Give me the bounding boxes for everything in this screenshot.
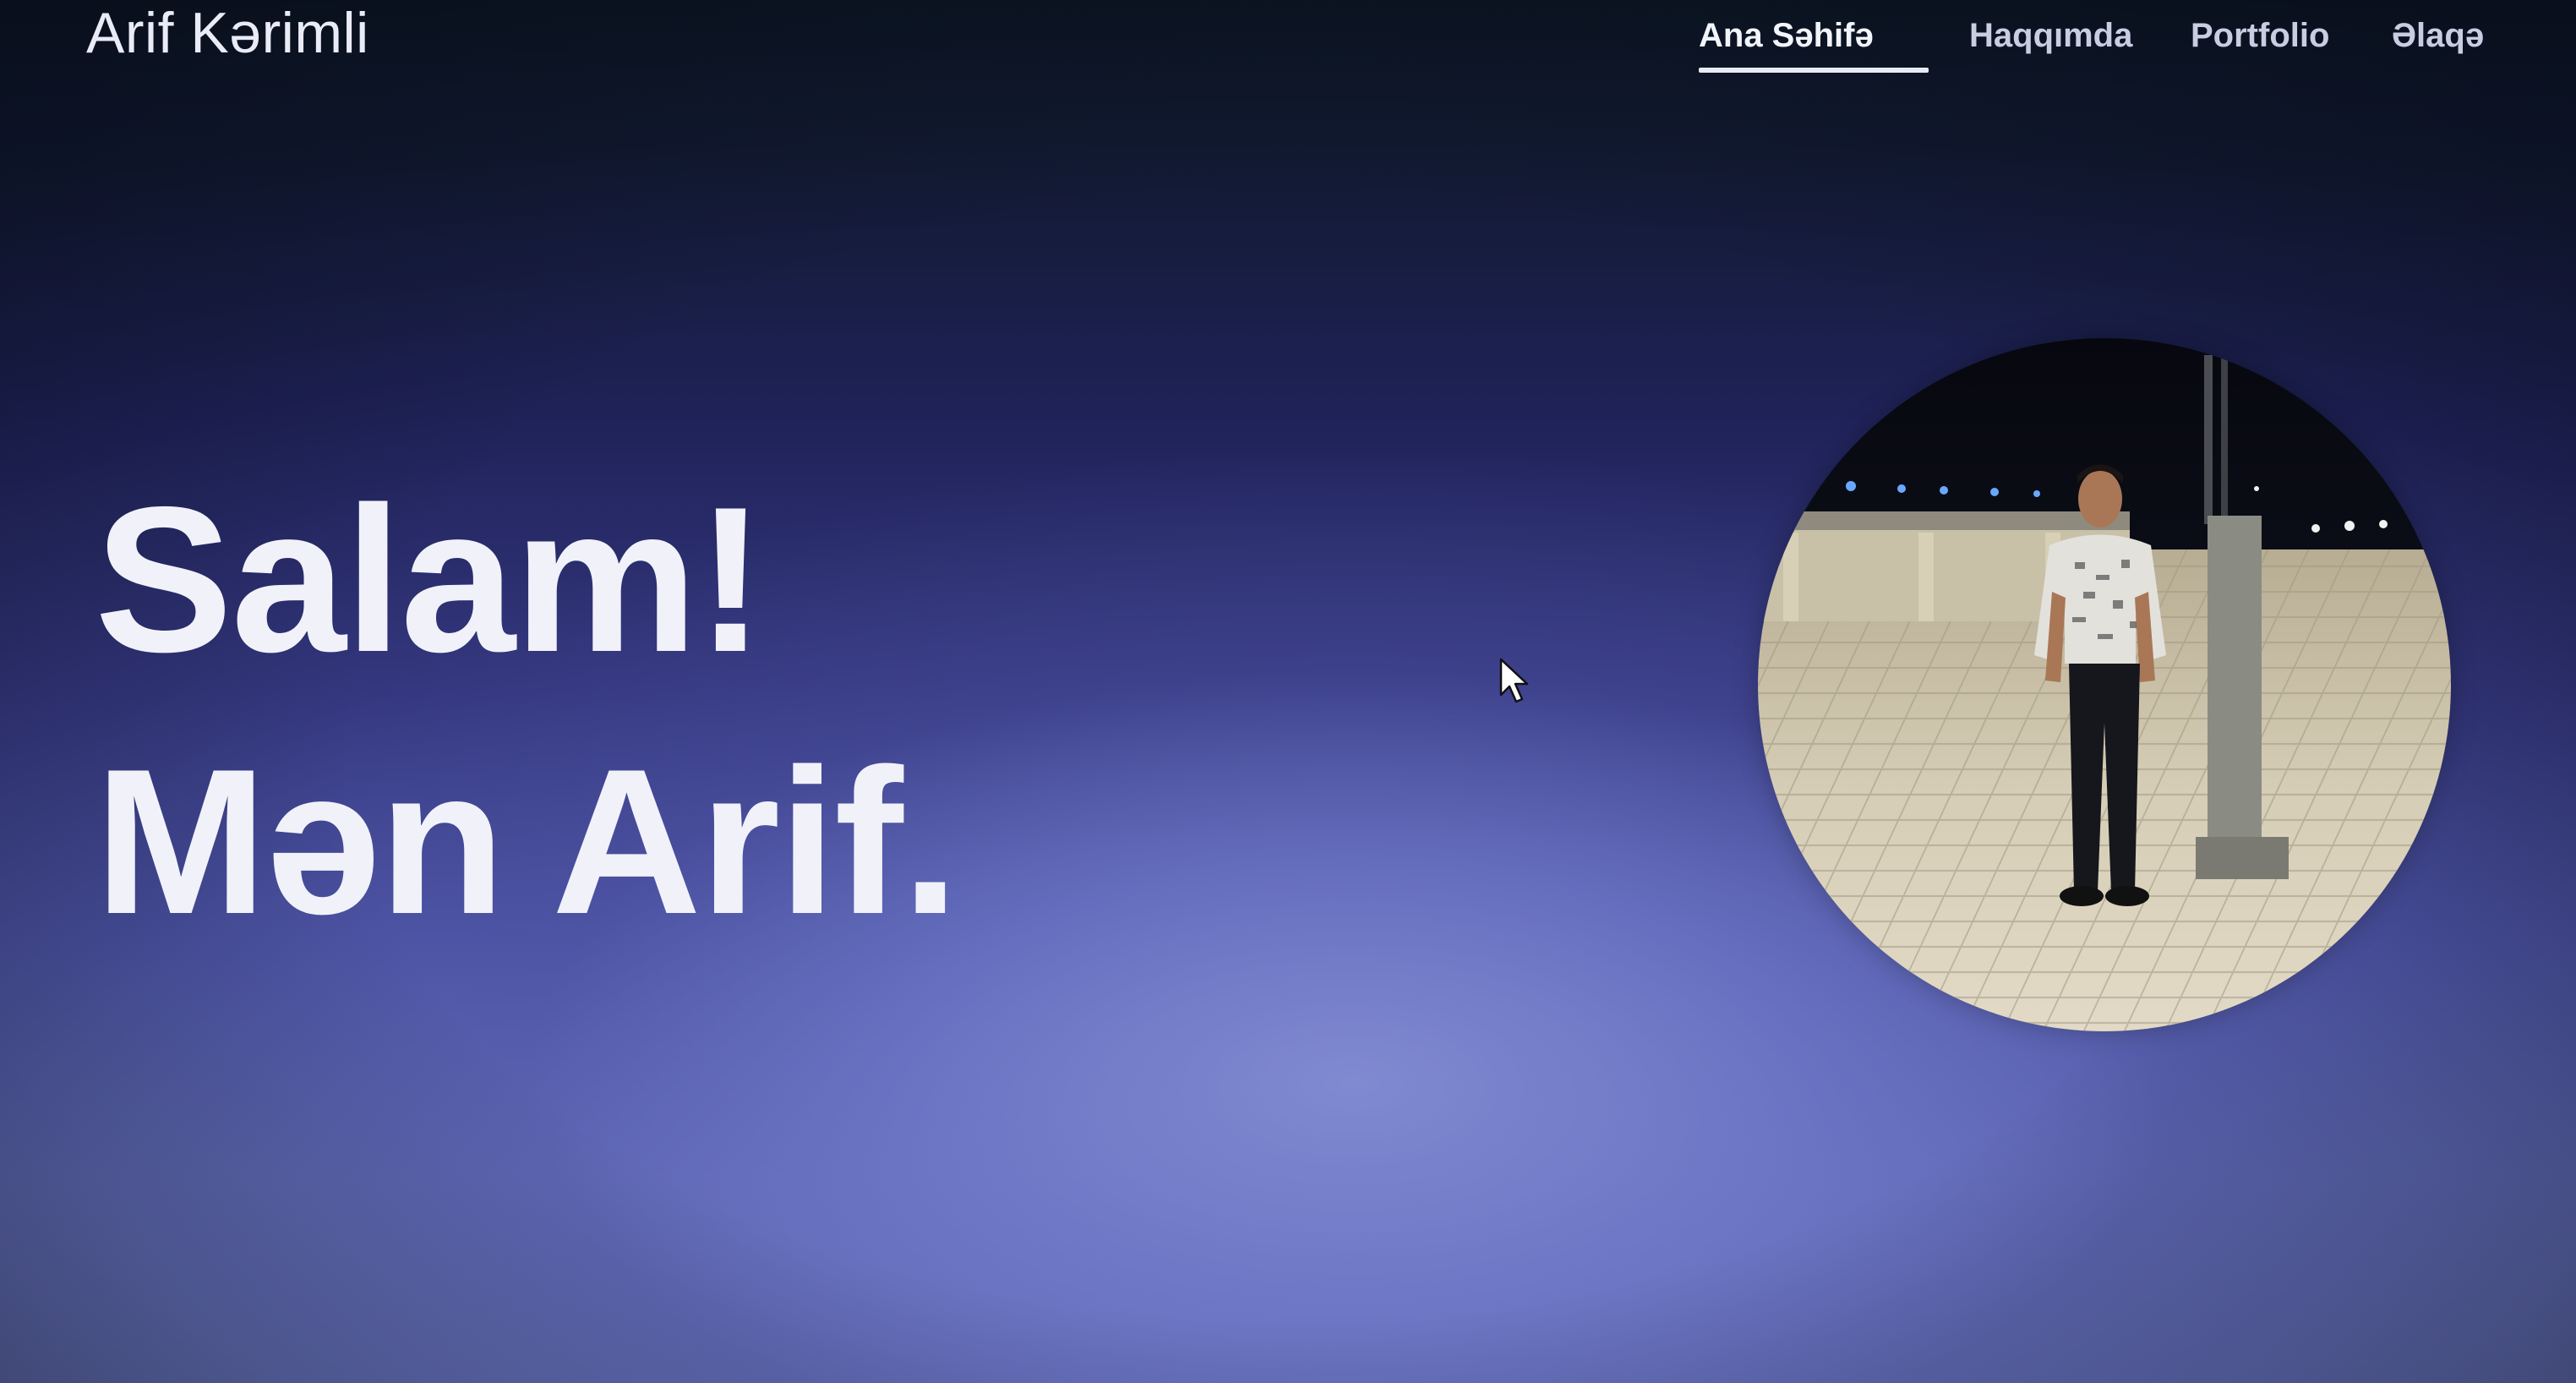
nav-item-about[interactable]: Haqqımda (1969, 17, 2132, 68)
nav-item-home[interactable]: Ana Səhifə (1699, 17, 1929, 73)
profile-photo (1758, 338, 2451, 1031)
nav-item-label: Portfolio (2191, 17, 2330, 54)
nav-item-label: Haqqımda (1969, 17, 2133, 54)
nav-item-portfolio[interactable]: Portfolio (2191, 17, 2329, 68)
main-nav: Ana Səhifə Haqqımda Portfolio Əlaqə (1699, 17, 2510, 76)
nav-item-label: Əlaqə (2392, 17, 2485, 54)
nav-item-label: Ana Səhifə (1699, 17, 1874, 54)
hero-line-greeting: Salam! (95, 463, 765, 695)
hero-line-intro: Mən Arif. (95, 725, 959, 957)
active-nav-indicator (1699, 68, 1929, 73)
hero-heading: Salam! Mən Arif. (95, 448, 959, 972)
mouse-cursor-icon (1499, 658, 1529, 703)
site-brand[interactable]: Arif Kərimli (86, 0, 369, 66)
nav-item-contact[interactable]: Əlaqə (2392, 17, 2484, 68)
